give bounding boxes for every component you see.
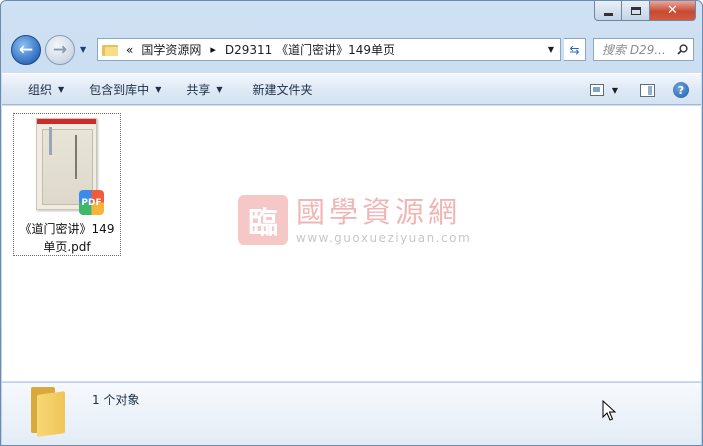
chevron-down-icon: ▼ bbox=[58, 84, 65, 94]
breadcrumb-overflow-chevron[interactable]: « bbox=[126, 43, 133, 57]
maximize-button[interactable] bbox=[622, 1, 650, 21]
share-label: 共享 bbox=[186, 82, 211, 97]
chevron-down-icon: ▼ bbox=[216, 84, 223, 94]
organize-label: 组织 bbox=[28, 82, 53, 97]
help-icon[interactable]: ? bbox=[673, 82, 689, 98]
watermark: 臨 國學資源網 www.guoxueziyuan.com bbox=[238, 195, 471, 245]
new-folder-button[interactable]: 新建文件夹 bbox=[253, 81, 313, 98]
command-bar: 组织 ▼ 包含到库中 ▼ 共享 ▼ 新建文件夹 ▼ ? bbox=[2, 73, 701, 105]
watermark-title: 國學資源網 bbox=[296, 194, 462, 229]
search-icon[interactable] bbox=[677, 44, 688, 55]
details-pane: 1 个对象 bbox=[2, 383, 701, 445]
watermark-text: 國學資源網 www.guoxueziyuan.com bbox=[296, 196, 471, 245]
folder-icon bbox=[102, 43, 118, 56]
file-name[interactable]: 《道门密讲》149单页.pdf bbox=[14, 220, 120, 256]
caption-buttons: ✕ bbox=[594, 1, 696, 21]
folder-icon bbox=[31, 387, 69, 437]
close-icon: ✕ bbox=[667, 3, 678, 18]
minimize-icon bbox=[603, 12, 613, 16]
item-count: 1 个对象 bbox=[92, 393, 140, 407]
recent-pages-dropdown[interactable]: ▼ bbox=[80, 45, 86, 54]
new-folder-label: 新建文件夹 bbox=[252, 82, 313, 97]
forward-arrow-icon: → bbox=[52, 40, 68, 60]
view-icon bbox=[589, 84, 604, 96]
file-list-area[interactable]: 臨 國學資源網 www.guoxueziyuan.com PDF 《道门密讲》1… bbox=[2, 106, 701, 382]
maximize-icon bbox=[630, 6, 641, 15]
include-in-library-label: 包含到库中 bbox=[89, 82, 150, 97]
chevron-down-icon: ▼ bbox=[155, 84, 162, 94]
pdf-icon: PDF bbox=[79, 190, 104, 215]
back-button[interactable]: ← bbox=[11, 35, 41, 65]
watermark-seal-char: 臨 bbox=[248, 206, 278, 241]
breadcrumb-item-current[interactable]: D29311 《道门密讲》149单页 bbox=[225, 41, 395, 58]
file-item[interactable]: PDF 《道门密讲》149单页.pdf bbox=[13, 113, 121, 256]
toolbar-right-group: ▼ ? bbox=[589, 82, 689, 98]
explorer-window: ✕ ← → ▼ « 国学资源网 ▸ D29311 《道门密讲》149单页 ▼ ⇆… bbox=[0, 0, 703, 446]
watermark-url: www.guoxueziyuan.com bbox=[296, 230, 472, 245]
help-glyph: ? bbox=[677, 83, 685, 97]
forward-button[interactable]: → bbox=[45, 35, 75, 65]
address-bar[interactable]: « 国学资源网 ▸ D29311 《道门密讲》149单页 ▼ bbox=[97, 38, 561, 61]
minimize-button[interactable] bbox=[594, 1, 622, 21]
close-button[interactable]: ✕ bbox=[650, 1, 696, 21]
organize-menu[interactable]: 组织 ▼ bbox=[28, 81, 64, 98]
breadcrumb-item-root[interactable]: 国学资源网 bbox=[141, 41, 201, 58]
include-in-library-menu[interactable]: 包含到库中 ▼ bbox=[89, 81, 161, 98]
search-input[interactable]: 搜索 D29... bbox=[593, 38, 694, 61]
preview-pane-icon[interactable] bbox=[640, 83, 655, 97]
refresh-icon: ⇆ bbox=[569, 42, 580, 57]
watermark-seal: 臨 bbox=[238, 195, 288, 245]
search-placeholder: 搜索 D29... bbox=[602, 43, 666, 57]
change-view-button[interactable]: ▼ bbox=[589, 84, 618, 96]
refresh-button[interactable]: ⇆ bbox=[564, 38, 586, 61]
mouse-cursor-icon bbox=[602, 400, 616, 421]
share-menu[interactable]: 共享 ▼ bbox=[186, 81, 222, 98]
address-dropdown-icon[interactable]: ▼ bbox=[548, 45, 554, 54]
chevron-down-icon: ▼ bbox=[611, 85, 618, 95]
pdf-badge-label: PDF bbox=[81, 197, 102, 208]
back-arrow-icon: ← bbox=[18, 40, 34, 60]
breadcrumb-separator-icon[interactable]: ▸ bbox=[210, 43, 216, 56]
navigation-bar: ← → ▼ « 国学资源网 ▸ D29311 《道门密讲》149单页 ▼ ⇆ 搜… bbox=[11, 32, 694, 68]
